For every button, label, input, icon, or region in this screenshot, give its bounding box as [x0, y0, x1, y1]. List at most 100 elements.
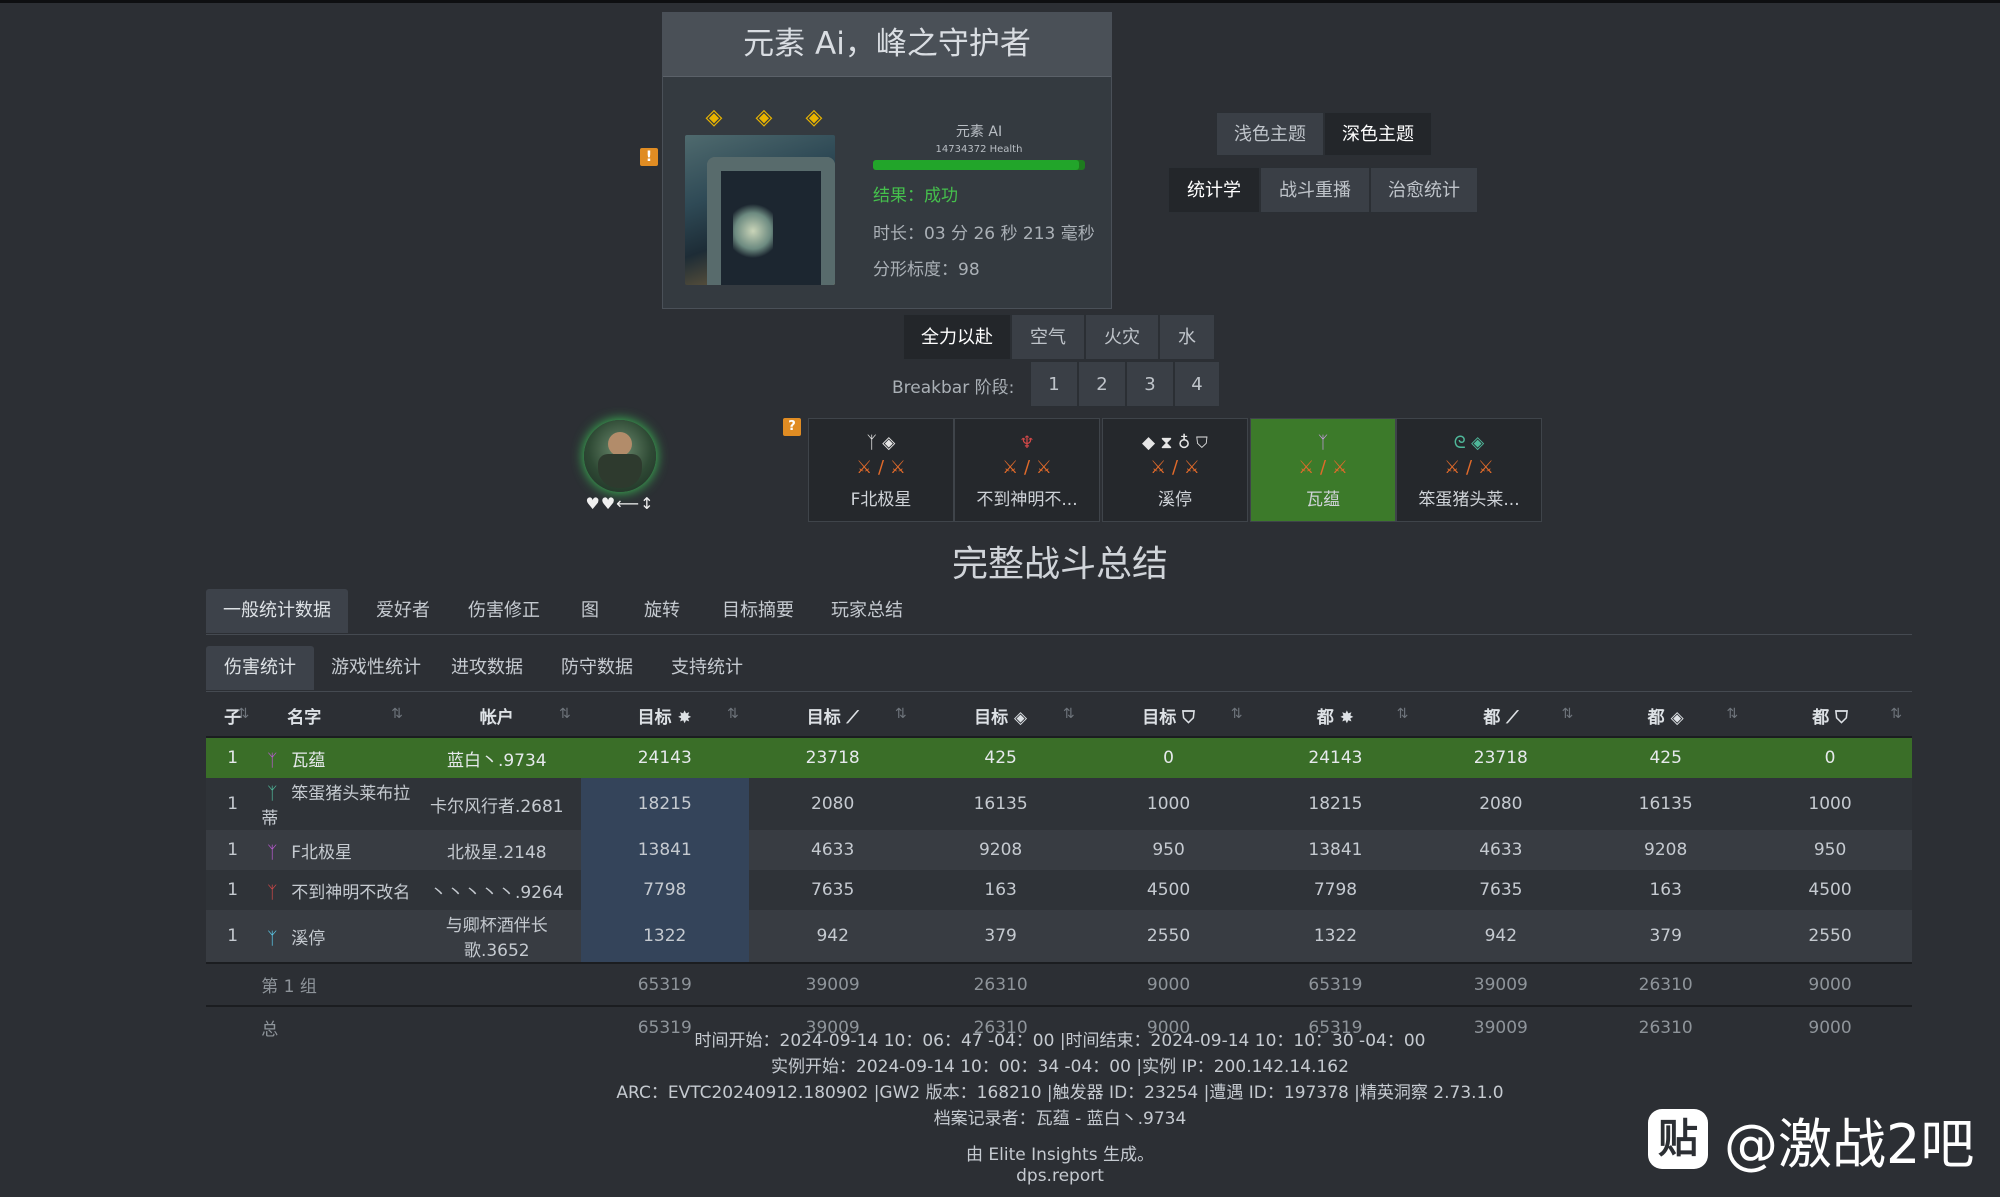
cell-value: 9208 [1583, 830, 1749, 870]
weapon-icons: ⚔ / ⚔ [1444, 457, 1494, 478]
player-name: 溪停 [1158, 490, 1192, 510]
cell-value: 65319 [1252, 962, 1419, 1006]
stats-button[interactable]: 统计学 [1168, 167, 1260, 213]
cell-account: 北极星.2148 [412, 830, 581, 870]
warning-icon[interactable]: ! [640, 148, 658, 166]
tab-player-summary[interactable]: 玩家总结 [814, 589, 920, 633]
cell-value: 7635 [748, 870, 917, 910]
cell-value: 7798 [1252, 870, 1419, 910]
tab-buffs[interactable]: 爱好者 [356, 589, 450, 633]
col-all-dps[interactable]: 都 ✸ ⇅ [1252, 694, 1419, 738]
tab-target-summary[interactable]: 目标摘要 [702, 589, 814, 633]
phase-fire-button[interactable]: 火灾 [1085, 314, 1159, 360]
diamond-icon: ◈ [805, 105, 823, 130]
col-target-condi[interactable]: 目标 ◈ ⇅ [916, 694, 1085, 738]
result-text: 结果：成功 [873, 186, 958, 206]
profession-icon: ◆ ⧗ ♁ ⛉ [1142, 433, 1208, 453]
table-row[interactable]: 1 ᛉ 溪停 与卿杯酒伴长歌.3652 1322 942 379 2550 1322 942 379… [206, 910, 1912, 963]
breakbar-phase-4[interactable]: 4 [1174, 361, 1220, 407]
main-tabs: 一般统计数据 爱好者 伤害修正 图 旋转 目标摘要 玩家总结 [206, 588, 1912, 635]
boss-name: 元素 AI [955, 124, 1003, 140]
cell-subgroup: 1 [206, 870, 260, 910]
player-name: 不到神明不... [976, 490, 1078, 510]
tab-graph[interactable]: 图 [558, 589, 622, 633]
cell-value: 9000 [1084, 962, 1253, 1006]
col-account[interactable]: 帐户 ⇅ [412, 694, 581, 738]
player-name: 瓦蕴 [1306, 490, 1340, 510]
col-all-power[interactable]: 都 ⟋ ⇅ [1418, 694, 1584, 738]
watermark-text: @激战2吧 [1724, 1112, 1975, 1176]
tab-gameplay-stats[interactable]: 游戏性统计 [320, 646, 432, 690]
profession-icon: ᛉ [267, 842, 278, 863]
col-all-breakbar[interactable]: 都 ⛉ ⇅ [1748, 694, 1912, 738]
profession-icon: ᛉ [267, 784, 278, 804]
group-row-label: 第 1 组 [259, 962, 413, 1006]
tab-defensive-stats[interactable]: 防守数据 [542, 646, 652, 690]
cell-value: 4500 [1084, 870, 1253, 910]
cell-value: 1322 [580, 910, 749, 963]
cell-value: 16135 [1583, 778, 1749, 830]
cell-value: 18215 [580, 778, 749, 830]
cell-value: 7635 [1418, 870, 1584, 910]
commander-avatar[interactable] [584, 420, 656, 492]
col-all-condi[interactable]: 都 ◈ ⇅ [1583, 694, 1749, 738]
cell-value: 163 [916, 870, 1085, 910]
cell-value: 950 [1748, 830, 1912, 870]
player-name: 笨蛋猪头莱... [1418, 490, 1520, 510]
cell-value: 7798 [580, 870, 749, 910]
cell-name: ᛉ 不到神明不改名 [259, 870, 413, 910]
cell-value: 13841 [1252, 830, 1419, 870]
boss-health-bar [873, 160, 1085, 170]
table-row[interactable]: 1 ᛉ F北极星 北极星.2148 13841 4633 9208 950 13841 4633 9… [206, 830, 1912, 870]
player-card[interactable]: ᘓ ◈ ⚔ / ⚔ 笨蛋猪头莱... [1396, 418, 1542, 522]
tab-offensive-stats[interactable]: 进攻数据 [432, 646, 542, 690]
profession-icon: ᛉ [1317, 433, 1329, 453]
table-row[interactable]: 1 ᛉ 瓦蕴 蓝白丶.9734 24143 23718 425 0 24143 23718 425 0 [206, 737, 1912, 778]
col-subgroup[interactable]: 子 ⇅ [206, 694, 260, 738]
breakbar-phase-2[interactable]: 2 [1078, 361, 1126, 407]
col-target-power[interactable]: 目标 ⟋ ⇅ [748, 694, 917, 738]
sub-tabs: 伤害统计 游戏性统计 进攻数据 防守数据 支持统计 [206, 645, 1912, 692]
col-target-breakbar[interactable]: 目标 ⛉ ⇅ [1084, 694, 1253, 738]
player-name: F北极星 [850, 490, 912, 510]
cell-value: 0 [1084, 737, 1253, 778]
replay-button[interactable]: 战斗重播 [1260, 167, 1370, 213]
col-name[interactable]: 名字 ⇅ [259, 694, 413, 738]
cell-value: 942 [1418, 910, 1584, 963]
weapon-icons: ⚔ / ⚔ [856, 457, 906, 478]
breakbar-phase-1[interactable]: 1 [1030, 361, 1078, 407]
encounter-status-icons: ◈ ◈ ◈ [701, 105, 827, 131]
phase-full-button[interactable]: 全力以赴 [903, 314, 1011, 360]
cell-value: 9208 [916, 830, 1085, 870]
help-icon[interactable]: ? [783, 418, 801, 436]
cell-value: 4633 [1418, 830, 1584, 870]
phase-water-button[interactable]: 水 [1159, 314, 1215, 360]
player-card[interactable]: ◆ ⧗ ♁ ⛉ ⚔ / ⚔ 溪停 [1102, 418, 1248, 522]
light-theme-button[interactable]: 浅色主题 [1216, 112, 1324, 156]
player-card[interactable]: ᛉ ◈ ⚔ / ⚔ F北极星 [808, 418, 954, 522]
healing-button[interactable]: 治愈统计 [1370, 167, 1478, 213]
cell-value: 2080 [748, 778, 917, 830]
table-row[interactable]: 1 ᛉ 不到神明不改名 丶丶丶丶丶.9264 7798 7635 163 4500 7798 76… [206, 870, 1912, 910]
footer-arc-info: ARC：EVTC20240912.180902 |GW2 版本：168210 |… [616, 1083, 1504, 1103]
breakbar-phase-3[interactable]: 3 [1126, 361, 1174, 407]
profession-icon: ᘓ ◈ [1453, 433, 1485, 453]
cell-value: 1322 [1252, 910, 1419, 963]
tab-damage-stats[interactable]: 伤害统计 [206, 646, 314, 690]
diamond-icon: ◈ [705, 105, 723, 130]
footer-instance: 实例开始：2024-09-14 10：00：34 -04：00 |实例 IP：2… [771, 1057, 1349, 1077]
tab-damage-modifiers[interactable]: 伤害修正 [450, 589, 558, 633]
tab-rotation[interactable]: 旋转 [622, 589, 702, 633]
weapon-icons: ⚔ / ⚔ [1002, 457, 1052, 478]
col-target-dps[interactable]: 目标 ✸ ⇅ [580, 694, 749, 738]
table-row[interactable]: 1 ᛉ 笨蛋猪头莱布拉蒂 卡尔风行者.2681 18215 2080 16135 1000 18… [206, 778, 1912, 830]
tab-support-stats[interactable]: 支持统计 [652, 646, 762, 690]
phase-air-button[interactable]: 空气 [1011, 314, 1085, 360]
top-border [0, 0, 2000, 3]
tab-general-stats[interactable]: 一般统计数据 [206, 589, 348, 633]
cell-value: 2080 [1418, 778, 1584, 830]
tieba-logo-icon: 贴 [1648, 1109, 1708, 1169]
player-card-selected[interactable]: ᛉ ⚔ / ⚔ 瓦蕴 [1250, 418, 1396, 522]
player-card[interactable]: ♆ ⚔ / ⚔ 不到神明不... [954, 418, 1100, 522]
dark-theme-button[interactable]: 深色主题 [1324, 112, 1432, 156]
